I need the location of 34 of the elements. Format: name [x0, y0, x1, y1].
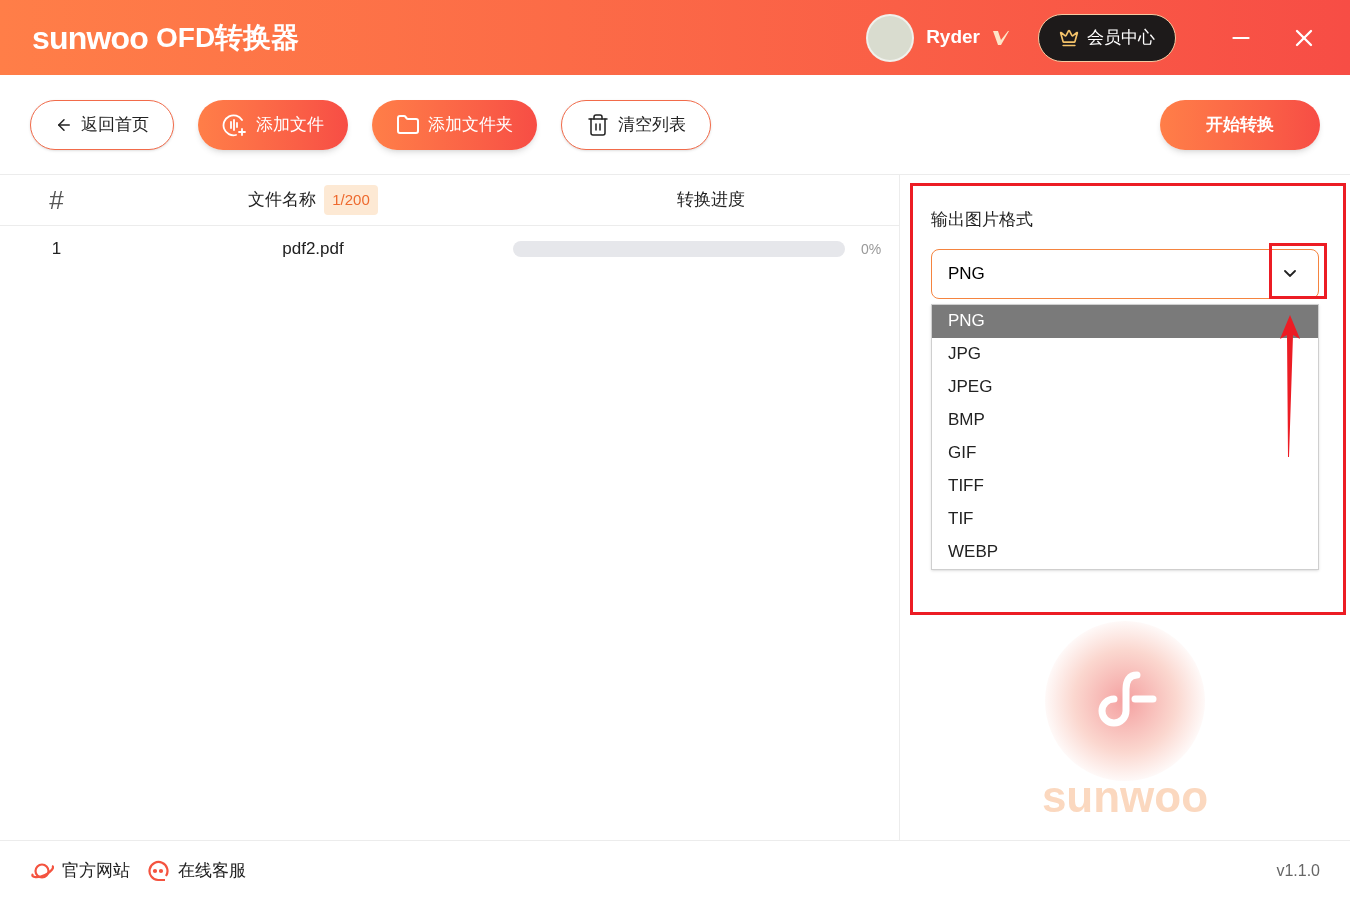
dropdown-option[interactable]: PNG [932, 304, 1318, 338]
dropdown-option[interactable]: BMP [932, 403, 1318, 437]
dropdown-option[interactable]: JPEG [932, 370, 1318, 404]
dropdown-option[interactable]: WEBP [932, 535, 1318, 569]
dropdown-option[interactable]: TIFF [932, 469, 1318, 503]
row-index: 1 [50, 238, 63, 261]
app-title: OFD转换器 [156, 23, 300, 52]
chat-icon [146, 859, 170, 882]
folder-icon [396, 112, 420, 137]
planet-icon [30, 860, 54, 881]
dropdown-option[interactable]: JPG [932, 337, 1318, 371]
version-text: v1.1.0 [1276, 860, 1320, 881]
file-name: pdf2.pdf [281, 238, 345, 261]
member-center-button[interactable]: 会员中心 [1038, 13, 1176, 62]
clear-button[interactable]: 清空列表 [561, 99, 711, 150]
trash-icon [586, 112, 610, 137]
chat-link[interactable]: 在线客服 [146, 857, 246, 884]
column-header: 文件名称 [248, 189, 317, 212]
dropdown-option[interactable]: TIF [932, 502, 1318, 536]
chevron-down-icon [1284, 270, 1296, 277]
count-badge: 1/200 [324, 184, 378, 216]
dropdown-option[interactable]: GIF [932, 436, 1318, 470]
progress-percent: 0% [861, 239, 882, 259]
brand-logo-text: sunwoo [32, 21, 149, 54]
web-link[interactable]: 官方网站 [30, 857, 130, 884]
format-select[interactable]: PNG [931, 248, 1319, 299]
column-header: # [48, 183, 65, 217]
column-header: 转换进度 [676, 189, 746, 212]
back-button[interactable]: 返回首页 [30, 99, 174, 150]
vip-v-icon [992, 29, 1010, 46]
username: Ryder [926, 25, 980, 50]
settings-label: 输出图片格式 [931, 209, 1034, 231]
audio-plus-icon [222, 111, 248, 138]
logo-wordmark: sunwoo [1041, 775, 1209, 819]
